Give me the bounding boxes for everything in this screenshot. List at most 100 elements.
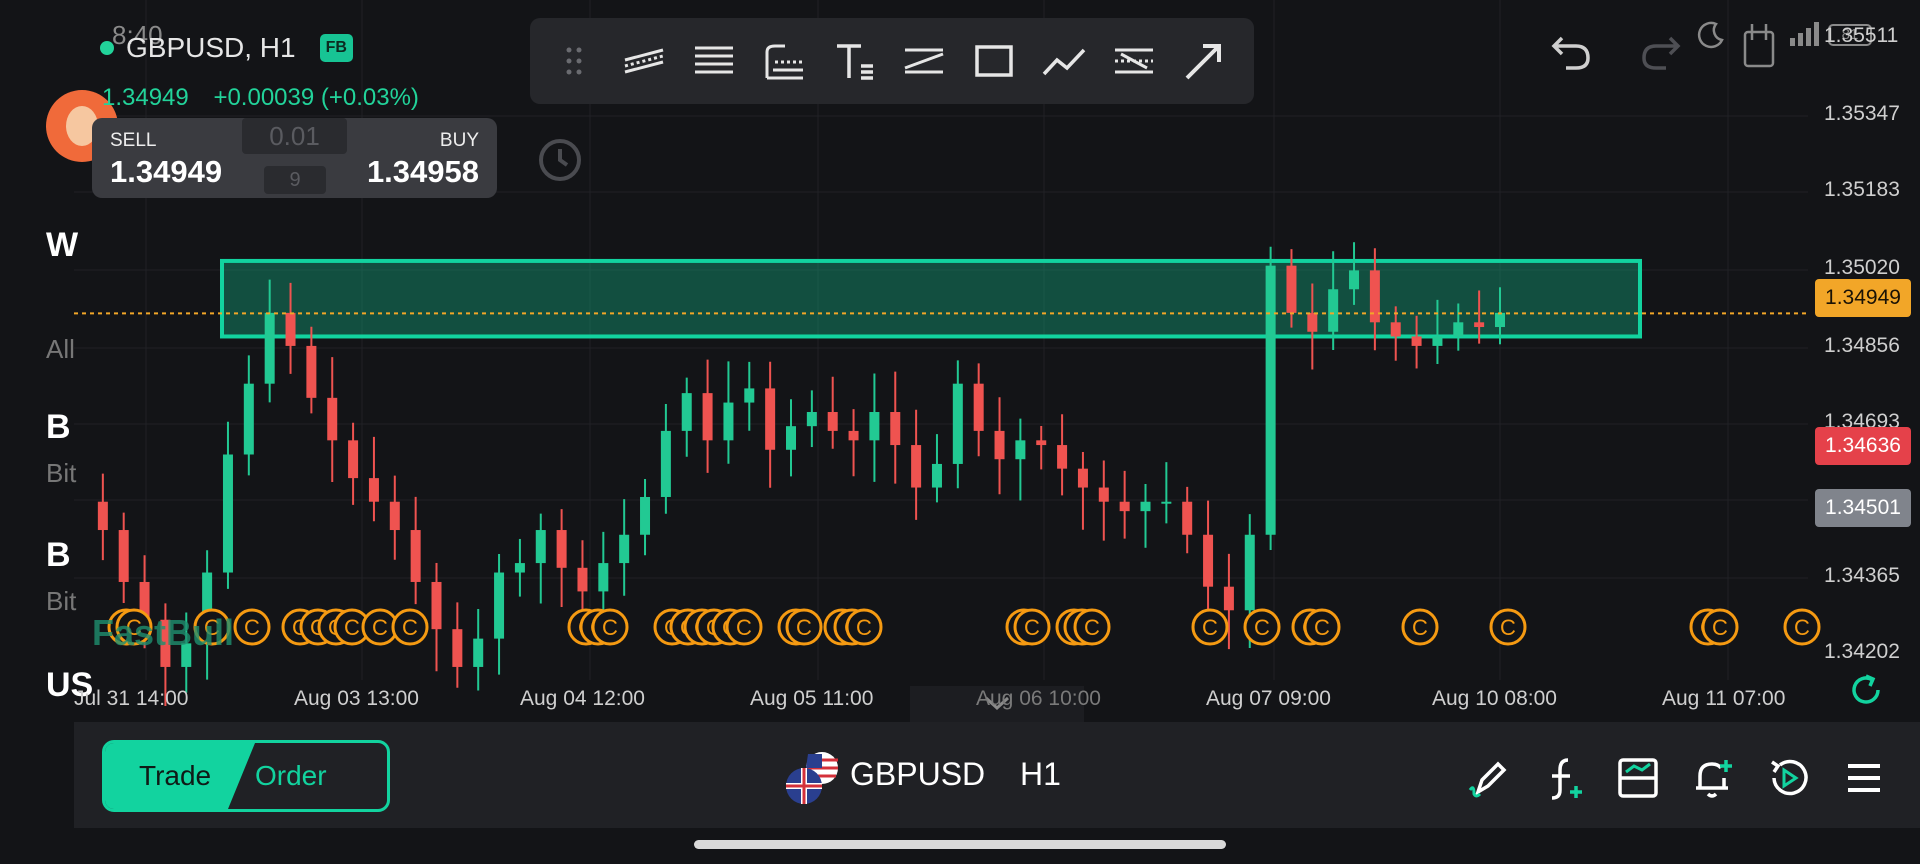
bottom-timeframe[interactable]: H1 <box>1020 756 1061 793</box>
event-marker-label: C <box>796 615 812 640</box>
candle-body <box>306 345 317 398</box>
candle <box>702 359 713 473</box>
redo-icon[interactable] <box>1636 26 1684 74</box>
sidebar-fragment[interactable]: All <box>46 334 75 365</box>
sidebar-fragment[interactable]: Bit <box>46 458 76 489</box>
bottom-symbol[interactable]: GBPUSD <box>850 756 985 793</box>
trade-tab[interactable]: Trade <box>105 743 255 809</box>
economic-event-marker: C <box>1783 608 1821 646</box>
history-icon[interactable] <box>536 136 584 184</box>
candle-body <box>1057 445 1068 469</box>
drag-handle-icon[interactable] <box>546 33 602 89</box>
candle-body <box>1286 265 1297 313</box>
reset-chart-icon[interactable] <box>1846 670 1886 710</box>
symbol-header[interactable]: GBPUSD, H1 FB <box>100 32 353 64</box>
event-marker-label: C <box>736 615 752 640</box>
economic-event-marker: C <box>1303 608 1341 646</box>
arrow-tool-icon[interactable] <box>1176 33 1232 89</box>
fib-fan-tool-icon[interactable] <box>756 33 812 89</box>
candle <box>473 608 484 691</box>
sell-price[interactable]: 1.34949 <box>110 154 222 190</box>
candle-body <box>911 445 922 488</box>
candle <box>222 421 233 589</box>
candle <box>306 326 317 414</box>
chart-layout-icon[interactable] <box>1614 754 1662 802</box>
replay-icon[interactable] <box>1764 754 1812 802</box>
economic-event-marker: C <box>785 608 823 646</box>
candle-body <box>348 440 359 479</box>
candle-body <box>786 426 796 450</box>
order-tab[interactable]: Order <box>255 743 387 809</box>
candle-body <box>1307 312 1318 332</box>
horizontal-ray-tool-icon[interactable] <box>1106 33 1162 89</box>
candle <box>431 562 442 672</box>
economic-event-marker: C <box>1401 608 1439 646</box>
lot-size-input[interactable]: 0.01 <box>242 118 347 154</box>
trade-order-toggle[interactable]: Trade Order <box>102 740 390 812</box>
signal-icon <box>1790 22 1824 46</box>
sidebar-fragment[interactable]: Bit <box>46 586 76 617</box>
draw-pen-icon[interactable] <box>1464 754 1512 802</box>
text-tool-icon[interactable] <box>826 33 882 89</box>
fb-badge: FB <box>319 34 353 62</box>
moon-icon <box>1696 20 1726 50</box>
home-indicator[interactable] <box>694 840 1226 849</box>
highlight-zone-rectangle[interactable] <box>220 258 1642 339</box>
menu-icon[interactable] <box>1840 754 1888 802</box>
candle <box>952 360 963 489</box>
event-marker-label: C <box>1084 615 1100 640</box>
time-axis-label: Aug 10 08:00 <box>1432 687 1557 710</box>
candle <box>1161 462 1172 524</box>
candle-body <box>556 530 567 568</box>
candle-body <box>1369 270 1380 323</box>
candle-body <box>118 530 129 582</box>
candle-body <box>1474 322 1485 328</box>
sidebar-fragment[interactable]: W <box>46 226 78 265</box>
event-markers[interactable]: CCCCCCCCCCCCCCCCCCCCCCCCCCCCCCCCCCCCCC <box>107 608 1821 646</box>
undo-icon[interactable] <box>1548 26 1596 74</box>
sidebar-fragment[interactable]: B <box>46 536 71 575</box>
buy-label[interactable]: BUY <box>440 130 479 152</box>
candle-body <box>535 530 546 564</box>
screenshot-icon[interactable] <box>1742 22 1776 68</box>
sidebar-fragment[interactable]: B <box>46 408 71 447</box>
price-summary: 1.34949 +0.00039 (+0.03%) <box>102 84 437 112</box>
price-range-tool-icon[interactable] <box>896 33 952 89</box>
economic-event-marker: C <box>1489 608 1527 646</box>
event-marker-label: C <box>1202 615 1218 640</box>
rectangle-tool-icon[interactable] <box>966 33 1022 89</box>
candle-body <box>285 312 296 346</box>
buy-price[interactable]: 1.34958 <box>367 154 479 190</box>
candle-body <box>1223 586 1234 611</box>
candle-body <box>368 478 379 502</box>
candle-body <box>264 312 275 384</box>
candle <box>97 473 108 561</box>
time-axis-label: Aug 03 13:00 <box>294 687 419 710</box>
candle <box>452 602 463 688</box>
drawing-toolbar <box>530 18 1254 104</box>
candle-body <box>765 388 776 450</box>
candle <box>1203 500 1214 621</box>
economic-event-marker: C <box>591 608 629 646</box>
fib-retracement-tool-icon[interactable] <box>686 33 742 89</box>
price-alert-bell-icon[interactable] <box>1688 754 1736 802</box>
candle-body <box>389 501 400 531</box>
candle <box>1098 460 1109 541</box>
candle-body <box>827 412 838 431</box>
candle <box>1182 486 1193 554</box>
sell-label[interactable]: SELL <box>110 130 156 152</box>
polyline-tool-icon[interactable] <box>1036 33 1092 89</box>
economic-event-marker: C <box>1073 608 1111 646</box>
candle <box>535 513 546 604</box>
price-axis-label: 1.35511 <box>1824 24 1899 47</box>
low-price-tag: 1.34501 <box>1815 489 1911 527</box>
candle-body <box>327 397 338 441</box>
parallel-channel-tool-icon[interactable] <box>616 33 672 89</box>
price-axis-label: 1.34856 <box>1824 334 1900 357</box>
event-marker-label: C <box>1794 615 1810 640</box>
candle-body <box>1432 336 1443 346</box>
candle-body <box>744 388 755 403</box>
candle <box>1265 246 1276 550</box>
candle-body <box>890 412 901 446</box>
indicator-function-icon[interactable] <box>1540 754 1588 802</box>
